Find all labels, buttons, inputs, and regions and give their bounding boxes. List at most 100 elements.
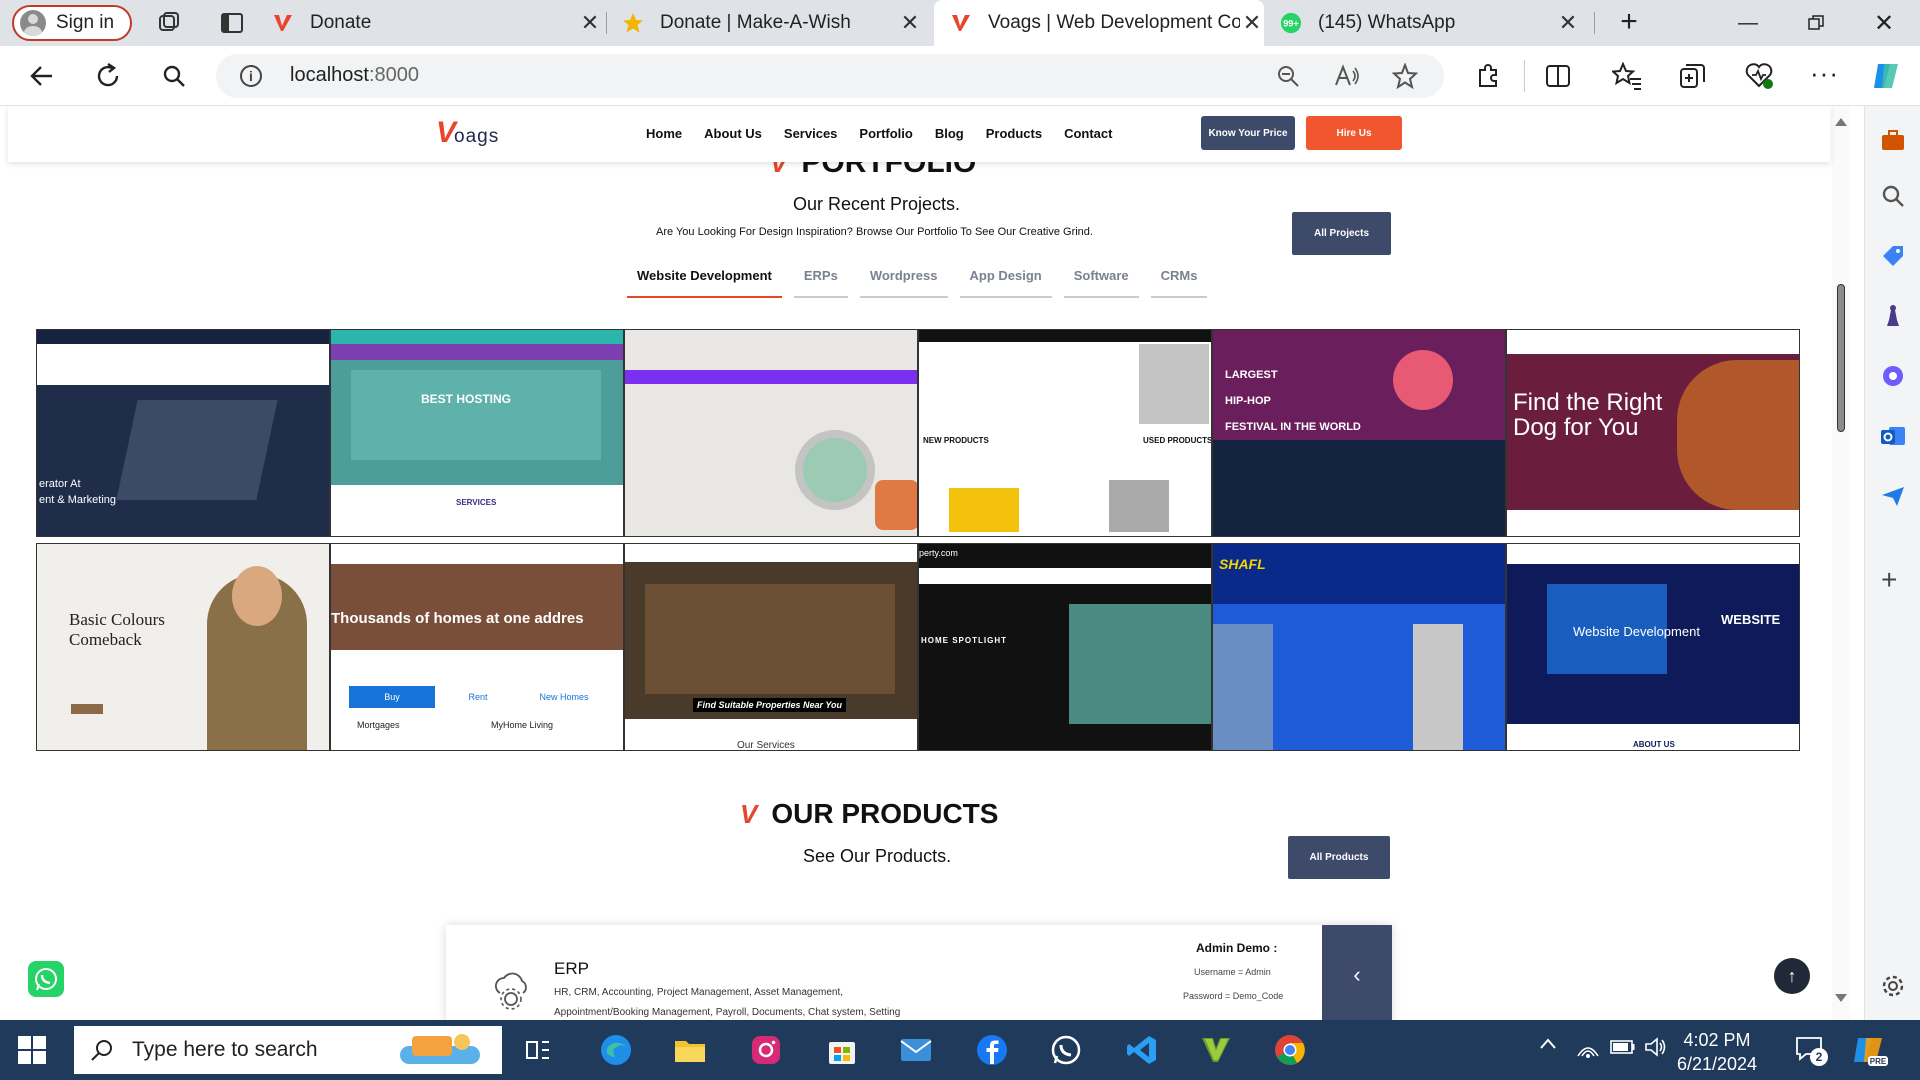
portfolio-thumb-10[interactable]: perty.com HOME SPOTLIGHT: [918, 543, 1212, 751]
portfolio-thumb-12[interactable]: WEBSITE Website Development ABOUT US: [1506, 543, 1800, 751]
nav-portfolio[interactable]: Portfolio: [859, 126, 912, 141]
add-sidebar-app-button[interactable]: +: [1881, 564, 1897, 596]
product-card-erp[interactable]: ERP HR, CRM, Accounting, Project Managem…: [446, 925, 1392, 1020]
minimize-button[interactable]: —: [1714, 0, 1782, 46]
taskbar-search-box[interactable]: Type here to search: [74, 1026, 502, 1074]
all-projects-button[interactable]: All Projects: [1292, 212, 1391, 255]
nav-contact[interactable]: Contact: [1064, 126, 1112, 141]
know-your-price-button[interactable]: Know Your Price: [1201, 116, 1295, 150]
tab-donate[interactable]: Donate ✕: [272, 0, 602, 46]
portfolio-thumb-4[interactable]: NEW PRODUCTS USED PRODUCTS: [918, 329, 1212, 537]
back-button[interactable]: [26, 60, 58, 92]
copilot-pre-taskbar-icon[interactable]: PRE: [1850, 1030, 1890, 1070]
games-chess-icon[interactable]: [1879, 302, 1907, 330]
mail-icon[interactable]: [898, 1032, 934, 1068]
portfolio-thumb-1[interactable]: erator At ent & Marketing: [36, 329, 330, 537]
portfolio-thumb-8[interactable]: Thousands of homes at one addres Buy Ren…: [330, 543, 624, 751]
scroll-down-arrow-icon[interactable]: [1835, 994, 1847, 1002]
portfolio-thumb-5[interactable]: LARGEST HIP-HOP FESTIVAL IN THE WORLD: [1212, 329, 1506, 537]
portfolio-thumb-7[interactable]: Basic Colours Comeback: [36, 543, 330, 751]
show-hidden-icons-icon[interactable]: [1538, 1034, 1558, 1059]
edge-taskbar-icon[interactable]: [598, 1032, 634, 1068]
network-wifi-icon[interactable]: [1576, 1036, 1600, 1065]
drop-send-icon[interactable]: [1879, 482, 1907, 510]
new-tab-button[interactable]: +: [1612, 6, 1646, 40]
whatsapp-icon: 99+: [1280, 12, 1302, 34]
filter-erps[interactable]: ERPs: [793, 268, 848, 298]
filter-website-development[interactable]: Website Development: [627, 268, 782, 298]
nav-services[interactable]: Services: [784, 126, 838, 141]
workspaces-icon[interactable]: [156, 10, 182, 36]
close-tab-icon[interactable]: ✕: [898, 10, 922, 36]
search-button[interactable]: [158, 60, 190, 92]
facebook-icon[interactable]: [974, 1032, 1010, 1068]
favorites-icon[interactable]: [1612, 62, 1642, 90]
read-aloud-icon[interactable]: [1334, 64, 1360, 88]
filter-wordpress[interactable]: Wordpress: [859, 268, 948, 298]
tab-whatsapp[interactable]: 99+ (145) WhatsApp ✕: [1280, 0, 1580, 46]
zoom-out-icon[interactable]: [1276, 64, 1300, 88]
tools-briefcase-icon[interactable]: [1879, 126, 1907, 154]
whatsapp-float-button[interactable]: [28, 961, 64, 997]
extensions-puzzle-icon[interactable]: [1474, 62, 1502, 90]
filter-crms[interactable]: CRMs: [1150, 268, 1208, 298]
thumb-caption: Find the Right Dog for You: [1513, 389, 1663, 441]
scrollbar-thumb[interactable]: [1837, 284, 1845, 432]
windows-taskbar: Type here to search 4:02 PM 6/21/2024 2 …: [0, 1020, 1920, 1080]
thumb-caption: Thousands of homes at one addres: [331, 610, 584, 627]
portfolio-thumb-2[interactable]: BEST HOSTING SERVICES: [330, 329, 624, 537]
portfolio-thumb-9[interactable]: Find Suitable Properties Near You Our Se…: [624, 543, 918, 751]
close-tab-icon[interactable]: ✕: [578, 10, 602, 36]
notification-center-button[interactable]: 2: [1794, 1034, 1830, 1066]
nav-blog[interactable]: Blog: [935, 126, 964, 141]
task-view-icon[interactable]: [520, 1032, 556, 1068]
restore-button[interactable]: [1782, 0, 1850, 46]
close-tab-icon[interactable]: ✕: [1556, 10, 1580, 36]
scroll-to-top-button[interactable]: ↑: [1774, 958, 1810, 994]
portfolio-thumb-3[interactable]: [624, 329, 918, 537]
close-tab-icon[interactable]: ✕: [1240, 10, 1264, 36]
whatsapp-taskbar-icon[interactable]: [1048, 1032, 1084, 1068]
settings-more-button[interactable]: ···: [1810, 58, 1839, 89]
voags-logo[interactable]: V oags: [436, 118, 499, 148]
split-screen-icon[interactable]: [1544, 62, 1572, 90]
nav-home[interactable]: Home: [646, 126, 682, 141]
product-prev-button[interactable]: ‹: [1322, 925, 1392, 1020]
tab-actions-icon[interactable]: [219, 10, 245, 36]
file-explorer-icon[interactable]: [672, 1032, 708, 1068]
nav-products[interactable]: Products: [986, 126, 1042, 141]
shopping-tag-icon[interactable]: [1879, 242, 1907, 270]
refresh-button[interactable]: [92, 60, 124, 92]
battery-icon[interactable]: [1610, 1036, 1636, 1063]
nav-about-us[interactable]: About Us: [704, 126, 762, 141]
portfolio-thumb-6[interactable]: Find the Right Dog for You: [1506, 329, 1800, 537]
sidebar-search-icon[interactable]: [1879, 182, 1907, 210]
taskbar-clock[interactable]: 4:02 PM 6/21/2024: [1664, 1028, 1770, 1076]
sidebar-settings-gear-icon[interactable]: [1879, 972, 1907, 1000]
hire-us-button[interactable]: Hire Us: [1306, 116, 1402, 150]
close-window-button[interactable]: ✕: [1850, 0, 1918, 46]
chrome-icon[interactable]: [1272, 1032, 1308, 1068]
vscode-icon[interactable]: [1124, 1032, 1160, 1068]
copilot-icon[interactable]: [1870, 60, 1904, 92]
favorite-star-icon[interactable]: [1392, 63, 1418, 89]
browser-essentials-icon[interactable]: [1744, 60, 1774, 90]
site-info-icon[interactable]: i: [240, 65, 262, 87]
portfolio-thumb-11[interactable]: SHAFL: [1212, 543, 1506, 751]
outlook-icon[interactable]: [1879, 422, 1907, 450]
tab-make-a-wish[interactable]: Donate | Make-A-Wish ✕: [622, 0, 922, 46]
sign-in-button[interactable]: Sign in: [12, 5, 132, 41]
scroll-up-arrow-icon[interactable]: [1835, 118, 1847, 126]
filter-software[interactable]: Software: [1063, 268, 1139, 298]
windows-start-icon[interactable]: [18, 1036, 46, 1064]
page-scrollbar[interactable]: [1832, 106, 1850, 1020]
collections-icon[interactable]: [1678, 62, 1706, 90]
vim-v-icon[interactable]: [1198, 1032, 1234, 1068]
all-products-button[interactable]: All Products: [1288, 836, 1390, 879]
instagram-icon[interactable]: [748, 1032, 784, 1068]
microsoft-store-icon[interactable]: [824, 1032, 860, 1068]
address-bar[interactable]: i localhost:8000: [216, 54, 1444, 98]
copilot-365-icon[interactable]: [1879, 362, 1907, 390]
filter-app-design[interactable]: App Design: [959, 268, 1052, 298]
tab-voags[interactable]: Voags | Web Development Co ✕: [934, 0, 1264, 46]
